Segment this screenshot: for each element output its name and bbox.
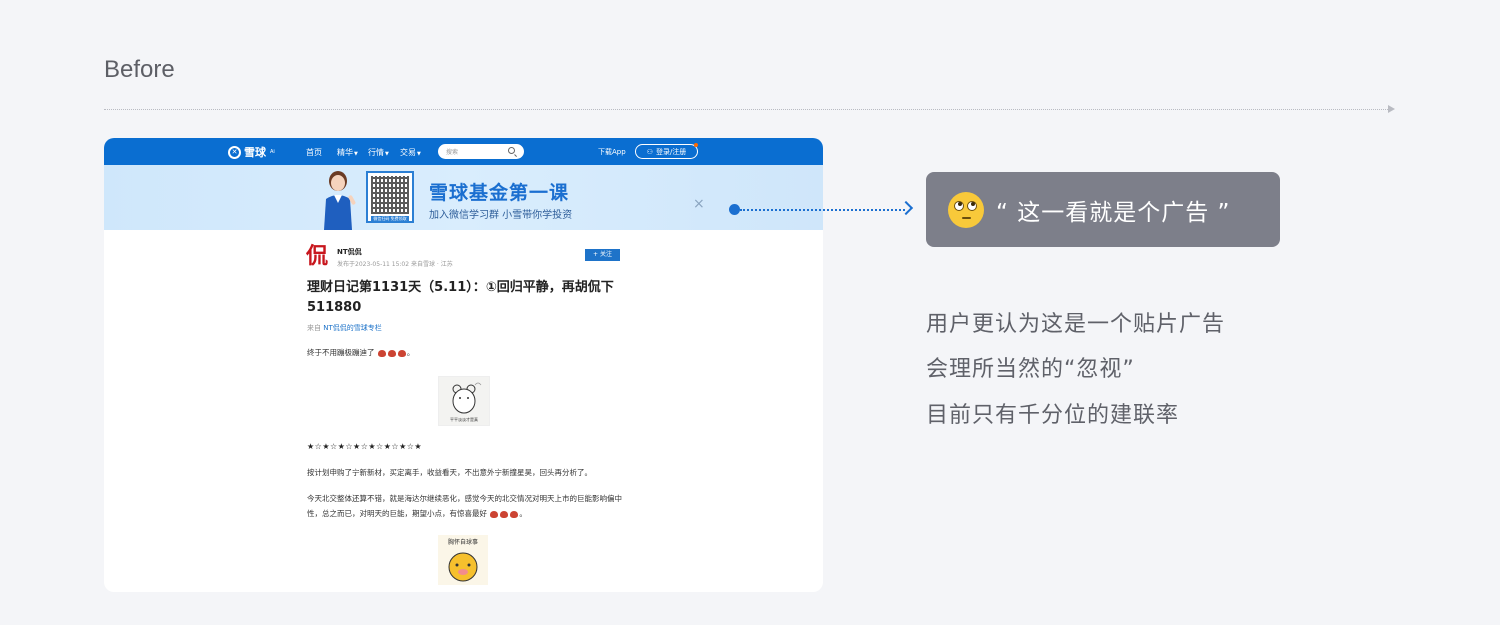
user-icon: ⚇ <box>646 147 653 156</box>
emoji-icon <box>510 510 519 518</box>
close-icon[interactable]: × <box>693 197 705 211</box>
emoji-icon <box>490 510 499 518</box>
qr-pattern <box>371 176 409 214</box>
author-name[interactable]: NT侃侃 <box>337 247 362 257</box>
divider-arrow-icon <box>1388 105 1395 113</box>
avatar[interactable]: 侃 <box>306 244 330 268</box>
logo-badge: Ai <box>270 149 275 155</box>
paragraph-1-text: 终于不用蹦极蹦迪了 <box>307 348 375 357</box>
eye-icon <box>967 200 977 211</box>
paragraph-3: 今天北交整体还算不错，就是海达尔继续恶化，感觉今天的北交情况对明天上市的巨能影响… <box>307 494 622 518</box>
sticker-caption: 胸怀自球事 <box>447 539 478 546</box>
mascot-girl-icon <box>324 171 356 230</box>
qr-code: 微信扫码 免费领取 <box>366 171 414 223</box>
bear-sticker-icon <box>452 382 482 414</box>
notification-dot <box>694 143 698 147</box>
nav-trade-label: 交易 <box>400 148 416 157</box>
connector-line <box>740 209 905 211</box>
login-label: 登录/注册 <box>655 147 687 156</box>
logo[interactable]: ✕ 雪球 Ai <box>228 144 275 160</box>
article-title: 理财日记第1131天（5.11）：①回归平静，再胡侃下511880 <box>307 280 614 315</box>
post-meta: 发布于2023-05-11 15:02 来自雪球 · 江苏 <box>337 261 453 268</box>
sticker-image: 胸怀自球事 <box>438 535 488 585</box>
download-app-link[interactable]: 下载App <box>598 147 626 157</box>
eye-icon <box>954 200 964 211</box>
top-navbar: ✕ 雪球 Ai 首页 精华▼ 行情▼ 交易▼ 搜索 下载App ⚇ 登录/注册 <box>104 138 823 165</box>
chevron-down-icon: ▼ <box>354 151 358 157</box>
nav-trade[interactable]: 交易▼ <box>400 147 421 158</box>
quote-text: “ 这一看就是个广告 ” <box>996 199 1231 226</box>
nav-featured-label: 精华 <box>337 148 353 157</box>
explanation-line-2: 会理所当然的“忽视” <box>926 357 1135 382</box>
quote-callout: “ 这一看就是个广告 ” <box>926 172 1280 247</box>
section-heading: Before <box>104 56 175 83</box>
search-input[interactable]: 搜索 <box>438 144 524 159</box>
page-screenshot: ✕ 雪球 Ai 首页 精华▼ 行情▼ 交易▼ 搜索 下载App ⚇ 登录/注册 … <box>104 138 823 592</box>
follow-button[interactable]: + 关注 <box>585 249 620 261</box>
chevron-down-icon: ▼ <box>417 151 421 157</box>
emoji-icon <box>397 349 406 357</box>
sticker-caption: 平平淡淡才是真 <box>450 417 478 422</box>
source-link[interactable]: NT侃侃的雪球专栏 <box>323 324 382 332</box>
rolling-eyes-face-icon <box>948 191 984 228</box>
snowball-logo-icon: ✕ <box>228 145 241 159</box>
logo-text: 雪球 <box>244 146 266 159</box>
chevron-down-icon: ▼ <box>385 151 389 157</box>
nav-market[interactable]: 行情▼ <box>368 147 389 158</box>
paragraph-3-text: 今天北交整体还算不错，就是海达尔继续恶化，感觉今天的北交情况对明天上市的巨能影响… <box>307 494 622 518</box>
explanation-line-1: 用户更认为这是一个贴片广告 <box>926 312 1226 337</box>
source-prefix: 来自 <box>307 324 321 332</box>
paragraph-2: 按计划申购了宁新新材，买定离手，收益看天，不出意外宁新撞星昊，回头再分析了。 <box>307 468 592 477</box>
emoji-icon <box>377 349 386 357</box>
qr-caption: 微信扫码 免费领取 <box>371 216 409 222</box>
search-placeholder: 搜索 <box>446 149 459 156</box>
ad-banner[interactable]: 微信扫码 免费领取 雪球基金第一课 加入微信学习群 小雪带你学投资 × <box>104 165 823 230</box>
banner-subtitle: 加入微信学习群 小雪带你学投资 <box>429 210 573 221</box>
login-button[interactable]: ⚇ 登录/注册 <box>635 143 698 159</box>
article-source: 来自 NT侃侃的雪球专栏 <box>307 323 382 333</box>
emoji-icon <box>500 510 509 518</box>
search-icon[interactable] <box>508 147 515 154</box>
banner-title: 雪球基金第一课 <box>429 182 570 204</box>
paragraph-1: 终于不用蹦极蹦迪了 。 <box>307 348 415 357</box>
mouth-icon <box>962 216 971 219</box>
connector-dot <box>729 204 740 215</box>
nav-market-label: 行情 <box>368 148 384 157</box>
arrow-right-icon <box>898 200 914 216</box>
emoji-icon <box>387 349 396 357</box>
divider-line <box>104 109 1390 110</box>
explanation-line-3: 目前只有千分位的建联率 <box>926 403 1180 428</box>
sticker-image: 平平淡淡才是真 <box>438 376 490 426</box>
nav-featured[interactable]: 精华▼ <box>337 147 358 158</box>
nav-home[interactable]: 首页 <box>306 147 322 158</box>
star-divider: ★☆★☆★☆★☆★☆★☆★☆★ <box>307 442 423 451</box>
